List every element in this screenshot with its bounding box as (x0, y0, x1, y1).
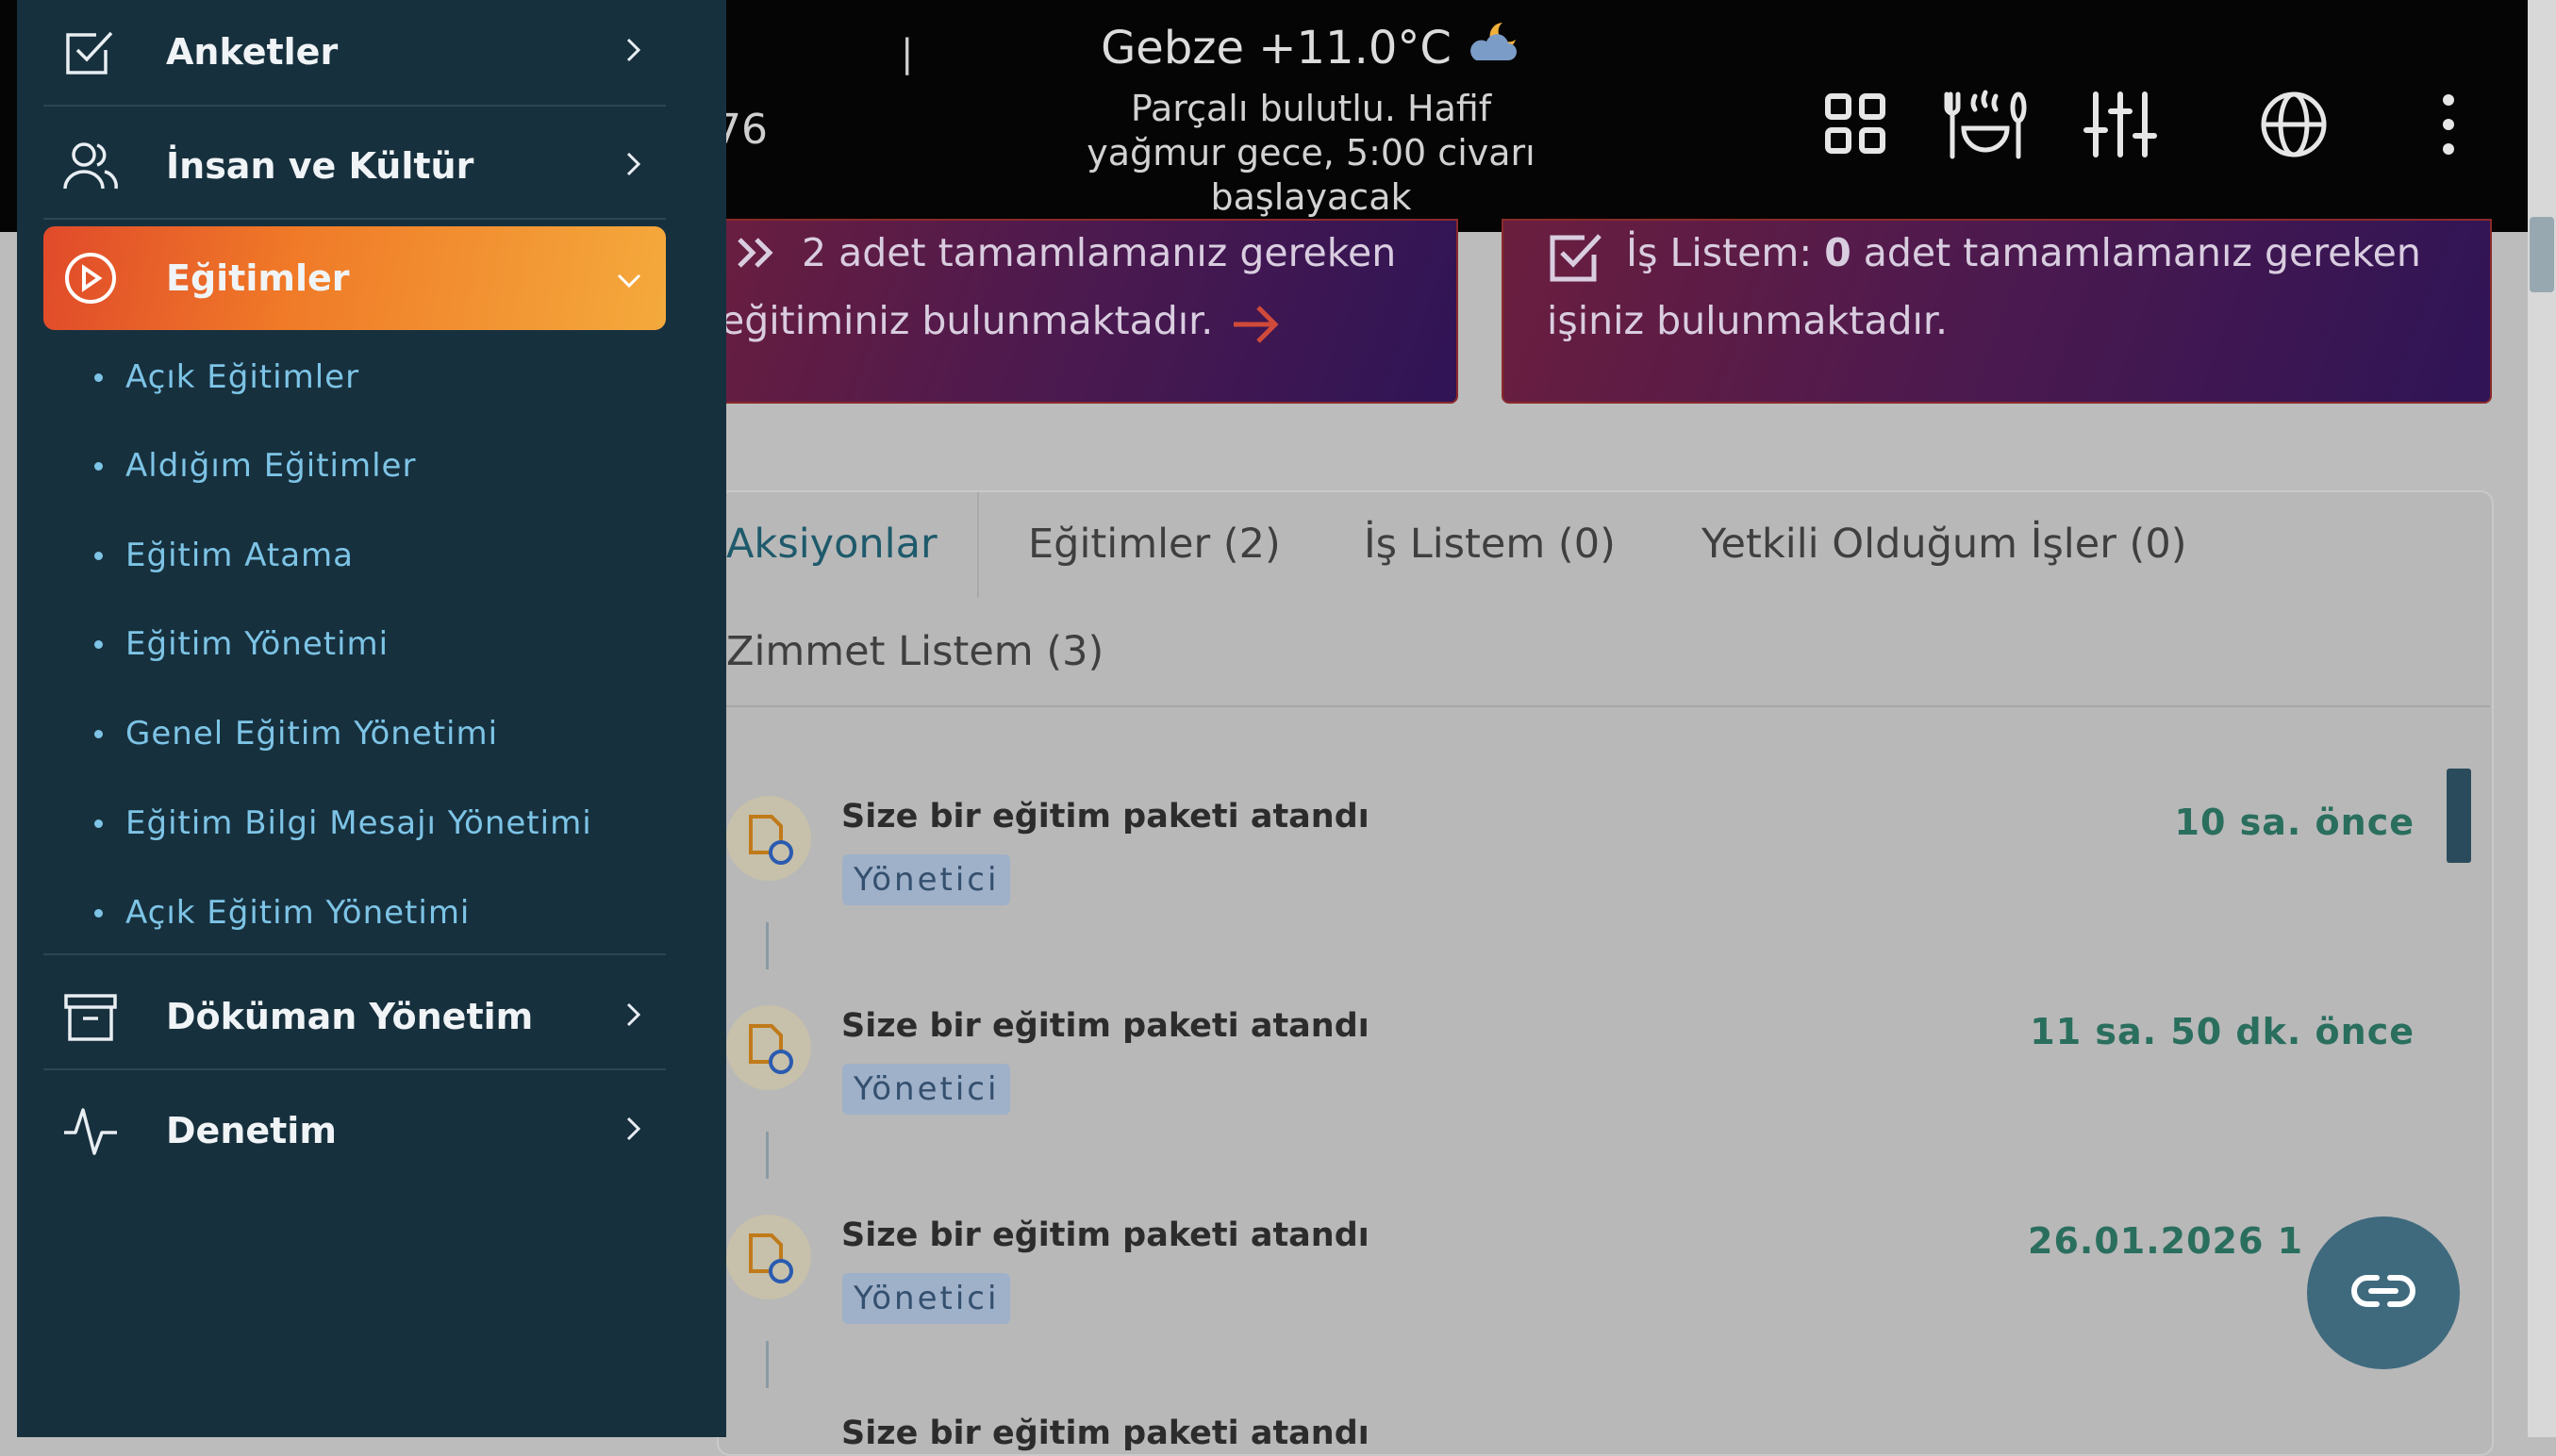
bullet (94, 819, 103, 828)
sidebar-subitem-label: Açık Eğitim Yönetimi (125, 894, 471, 932)
bullet (94, 729, 103, 738)
sidebar-subitem-acik-egitim-yonetimi[interactable]: Açık Eğitim Yönetimi (94, 894, 470, 932)
sidebar-divider (43, 218, 666, 220)
sidebar-item-insan-ve-kultur[interactable]: İnsan ve Kültür (43, 114, 666, 218)
arrow-right-icon[interactable] (1228, 298, 1285, 351)
double-chevron-right-icon (732, 224, 788, 281)
sidebar-item-label: Döküman Yönetim (166, 996, 534, 1037)
checkbox-icon (43, 25, 138, 78)
sidebar-subitem-label: Açık Eğitimler (125, 358, 360, 396)
tab-divider (977, 492, 979, 598)
timeline-connector (766, 1341, 769, 1388)
role-badge: Yönetici (842, 1064, 1011, 1115)
bullet (94, 372, 103, 382)
chevron-right-icon (624, 145, 643, 187)
sidebar-subitem-egitim-atama[interactable]: Eğitim Atama (94, 537, 354, 574)
tasks-banner-text-1: İş Listem: 0 adet tamamlamanız gereken (1626, 219, 2421, 287)
chevron-right-icon (624, 996, 643, 1037)
feed-item-time: 10 sa. önce (2174, 802, 2415, 843)
tab-zimmet-listem[interactable]: Zimmet Listem (3) (726, 628, 1104, 675)
bullet (94, 639, 103, 649)
feed-item-title: Size bir eğitim paketi atandı (841, 1415, 1369, 1452)
sidebar-divider (43, 105, 666, 107)
chevron-right-icon (624, 1110, 643, 1151)
role-badge: Yönetici (842, 1273, 1011, 1324)
feed-item-title: Size bir eğitim paketi atandı (841, 1007, 1369, 1045)
page-scrollbar-thumb[interactable] (2530, 217, 2554, 292)
sidebar-subitem-aldigim-egitimler[interactable]: Aldığım Eğitimler (94, 447, 416, 485)
training-package-icon (726, 1215, 811, 1299)
sidebar-subitem-label: Eğitim Yönetimi (125, 625, 390, 663)
sidebar-subitem-label: Eğitim Bilgi Mesajı Yönetimi (125, 804, 592, 842)
tab-egitimler[interactable]: Eğitimler (2) (1028, 521, 1281, 568)
sidebar-item-egitimler[interactable]: Eğitimler (43, 226, 666, 330)
sidebar-item-label: Eğitimler (166, 257, 350, 299)
timeline-connector (766, 922, 769, 969)
sidebar-subitem-genel-egitim-yonetimi[interactable]: Genel Eğitim Yönetimi (94, 715, 498, 753)
globe-icon[interactable] (2256, 87, 2332, 162)
tab-yetkili-isler[interactable]: Yetkili Olduğum İşler (0) (1701, 521, 2186, 568)
sidebar-item-dokuman-yonetim[interactable]: Döküman Yönetim (43, 965, 666, 1068)
tasks-count: 0 (1824, 230, 1851, 275)
quick-links-button[interactable] (2307, 1216, 2460, 1369)
sidebar-subitem-egitim-yonetimi[interactable]: Eğitim Yönetimi (94, 625, 389, 663)
sidebar-divider (43, 1068, 666, 1070)
bullet (94, 461, 103, 471)
chevron-right-icon (624, 31, 643, 73)
checkbox-icon (1547, 226, 1607, 287)
training-package-icon (726, 796, 811, 881)
tab-is-listem[interactable]: İş Listem (0) (1364, 521, 1616, 568)
sliders-icon[interactable] (2083, 87, 2158, 162)
play-circle-icon (43, 251, 138, 306)
activity-icon (43, 1104, 138, 1157)
archive-icon (43, 990, 138, 1043)
chevron-down-icon (615, 257, 643, 299)
training-package-icon (726, 1005, 811, 1090)
tasks-prefix: İş Listem: (1626, 230, 1813, 275)
page-scrollbar[interactable] (2528, 0, 2556, 1437)
sidebar-subitem-label: Genel Eğitim Yönetimi (125, 715, 499, 753)
tasks-text: adet tamamlamanız gereken (1863, 230, 2421, 275)
cloud-moon-icon (1465, 19, 1521, 77)
bullet (94, 908, 103, 918)
sidebar-item-label: Denetim (166, 1110, 337, 1151)
apps-grid-icon[interactable] (1818, 87, 1894, 162)
users-icon (43, 140, 138, 192)
sidebar-item-label: Anketler (166, 31, 339, 73)
feed-item-time: 26.01.2026 1 (2028, 1220, 2304, 1262)
more-vertical-icon[interactable] (2411, 87, 2486, 162)
weather-title: Gebze +11.0°C (1101, 22, 1452, 74)
bullet (94, 551, 103, 560)
role-badge: Yönetici (842, 854, 1011, 905)
feed-item-title: Size bir eğitim paketi atandı (841, 798, 1369, 836)
feed-item-title: Size bir eğitim paketi atandı (841, 1216, 1369, 1254)
sidebar-item-anketler[interactable]: Anketler (43, 0, 666, 104)
timeline-connector (766, 1132, 769, 1179)
feed-scrollbar-thumb[interactable] (2447, 769, 2471, 863)
header-separator: | (901, 32, 914, 75)
link-icon (2350, 1270, 2416, 1315)
sidebar-divider (43, 953, 666, 955)
tasks-banner-text-2: işiniz bulunmaktadır. (1547, 298, 1948, 343)
food-menu-icon[interactable] (1943, 87, 2028, 162)
weather-widget: Gebze +11.0°C (943, 19, 1679, 77)
sidebar-subitem-label: Aldığım Eğitimler (125, 447, 417, 485)
sidebar-item-label: İnsan ve Kültür (166, 145, 474, 187)
feed-item-time: 11 sa. 50 dk. önce (2030, 1011, 2415, 1052)
tabs-divider (717, 705, 2490, 707)
sidebar-subitem-egitim-bilgi-mesaji-yonetimi[interactable]: Eğitim Bilgi Mesajı Yönetimi (94, 804, 592, 842)
tab-aksiyonlar[interactable]: Aksiyonlar (726, 521, 938, 568)
trainings-banner-text-1: 2 adet tamamlamanız gereken (802, 230, 1397, 275)
weather-description: Parçalı bulutlu. Hafif yağmur gece, 5:00… (1087, 88, 1535, 218)
trainings-banner-text-2: eğitiminiz bulunmaktadır. (721, 298, 1214, 343)
sidebar-item-denetim[interactable]: Denetim (43, 1079, 666, 1183)
sidebar-subitem-label: Eğitim Atama (125, 537, 354, 574)
sidebar-subitem-acik-egitimler[interactable]: Açık Eğitimler (94, 358, 359, 396)
